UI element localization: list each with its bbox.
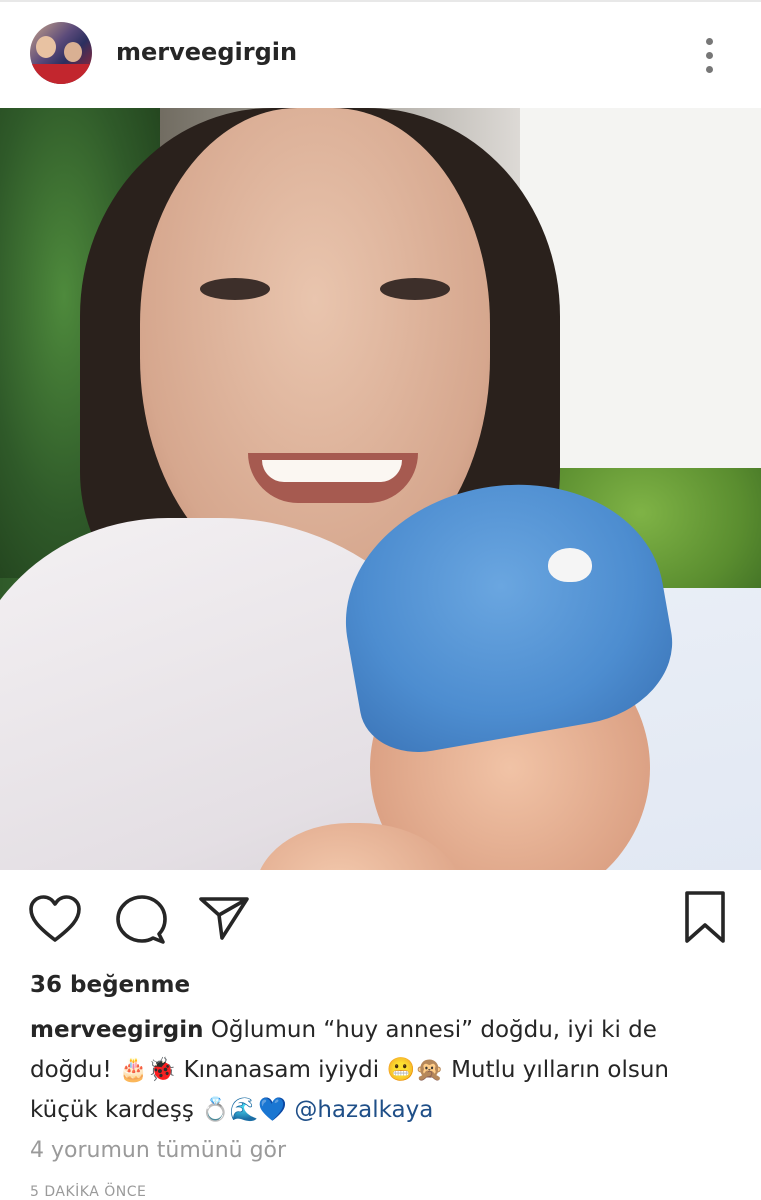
post-timestamp: 5 DAKİKA ÖNCE xyxy=(30,1184,147,1200)
heart-icon[interactable] xyxy=(28,894,82,944)
comment-icon[interactable] xyxy=(114,894,168,946)
more-dot xyxy=(706,66,713,73)
avatar-face-right xyxy=(64,42,82,62)
post-header: merveegirgin xyxy=(0,2,761,108)
avatar-shirt xyxy=(30,64,92,84)
post-actions xyxy=(0,870,761,970)
post-caption: merveegirgin Oğlumun “huy annesi” doğdu,… xyxy=(30,1010,730,1130)
bookmark-icon[interactable] xyxy=(682,890,728,946)
photo-teeth xyxy=(262,460,402,482)
more-dot xyxy=(706,38,713,45)
avatar-face-left xyxy=(36,36,56,58)
post-photo[interactable] xyxy=(0,108,761,870)
likes-count[interactable]: 36 beğenme xyxy=(30,972,190,998)
post-username[interactable]: merveegirgin xyxy=(116,38,297,66)
more-dot xyxy=(706,52,713,59)
photo-eye-left xyxy=(200,278,270,300)
photo-eye-right xyxy=(380,278,450,300)
photo-hat-heart xyxy=(548,548,592,582)
view-all-comments-link[interactable]: 4 yorumun tümünü gör xyxy=(30,1138,286,1163)
avatar[interactable] xyxy=(30,22,92,84)
caption-mention[interactable]: @hazalkaya xyxy=(294,1097,433,1123)
send-icon[interactable] xyxy=(198,894,250,942)
caption-username[interactable]: merveegirgin xyxy=(30,1017,204,1043)
more-options-icon[interactable] xyxy=(700,36,720,76)
